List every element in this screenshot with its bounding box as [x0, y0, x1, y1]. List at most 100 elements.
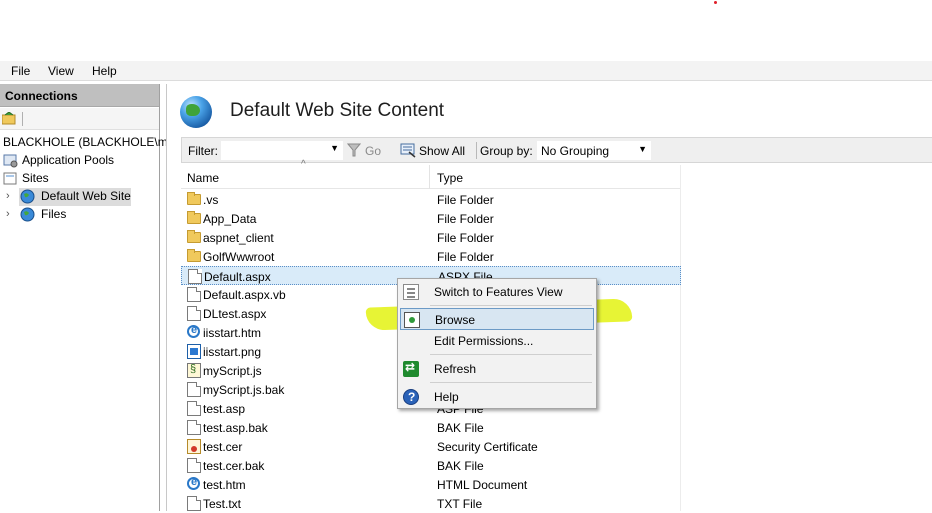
folder-icon — [187, 211, 201, 224]
show-all-button[interactable]: Show All — [419, 144, 465, 158]
menu-separator — [430, 305, 592, 306]
column-separator[interactable] — [429, 165, 430, 189]
expand-chevron-icon[interactable]: › — [6, 190, 10, 202]
file-name: myScript.js — [203, 364, 262, 378]
sites-label: Sites — [22, 171, 49, 185]
file-name: test.asp — [203, 402, 246, 416]
menu-item-label: Refresh — [434, 362, 477, 376]
file-row[interactable]: .vs File Folder — [181, 190, 681, 209]
document-icon — [188, 269, 202, 284]
image-icon — [187, 344, 201, 359]
file-name: test.cer.bak — [203, 459, 265, 473]
script-icon — [187, 363, 201, 378]
menu-item-refresh[interactable]: Refresh — [400, 358, 594, 380]
folder-icon — [187, 249, 201, 262]
sites-folder-icon — [3, 172, 17, 185]
toolbar-separator — [22, 112, 23, 126]
connect-icon[interactable] — [2, 112, 16, 125]
file-name: .vs — [203, 193, 219, 207]
files-label: Files — [41, 207, 67, 221]
column-header-type[interactable]: Type — [437, 171, 463, 185]
file-name: aspnet_client — [203, 231, 274, 245]
file-row[interactable]: App_Data File Folder — [181, 209, 681, 228]
file-name: App_Data — [203, 212, 257, 226]
certificate-icon — [187, 439, 201, 454]
document-icon — [187, 496, 201, 511]
group-by-label: Group by: — [480, 144, 533, 158]
document-icon — [187, 458, 201, 473]
file-type: BAK File — [437, 459, 484, 473]
tree-sites[interactable]: Sites — [0, 170, 160, 188]
browse-icon — [404, 312, 420, 328]
tree-application-pools[interactable]: Application Pools — [0, 152, 160, 170]
menu-file[interactable]: File — [11, 64, 30, 78]
menu-item-label: Switch to Features View — [434, 285, 563, 299]
features-view-icon — [403, 284, 419, 300]
tree-server-node[interactable]: BLACKHOLE (BLACKHOLE\m — [0, 134, 168, 152]
dropdown-arrow-icon[interactable]: ▼ — [330, 143, 339, 153]
sort-caret-icon: ^ — [301, 159, 306, 170]
document-icon — [187, 306, 201, 321]
group-by-value: No Grouping — [541, 144, 610, 158]
file-name: GolfWwwroot — [203, 250, 275, 264]
folder-icon — [187, 192, 201, 205]
file-row[interactable]: test.cer.bak BAK File — [181, 456, 681, 475]
tree-files[interactable]: Files — [19, 206, 131, 224]
menu-bar: File View Help — [0, 61, 932, 81]
help-icon — [403, 389, 419, 405]
default-web-site-label: Default Web Site — [41, 189, 131, 203]
page-title: Default Web Site Content — [230, 100, 445, 121]
menu-item-edit-permissions[interactable]: Edit Permissions... — [400, 330, 594, 352]
file-row[interactable]: aspnet_client File Folder — [181, 228, 681, 247]
file-row[interactable]: Test.txt TXT File — [181, 494, 681, 513]
filter-funnel-icon — [347, 143, 361, 157]
site-globe-icon — [180, 96, 212, 128]
filter-input[interactable]: ▼ — [221, 141, 343, 160]
file-type: File Folder — [437, 250, 494, 264]
menu-item-switch-to-features-view[interactable]: Switch to Features View — [400, 281, 594, 303]
file-row[interactable]: test.cer Security Certificate — [181, 437, 681, 456]
application-pools-label: Application Pools — [22, 153, 115, 167]
file-name: myScript.js.bak — [203, 383, 285, 397]
connections-toolbar — [0, 108, 159, 130]
document-icon — [187, 420, 201, 435]
menu-view[interactable]: View — [48, 64, 74, 78]
file-type: Security Certificate — [437, 440, 538, 454]
menu-item-help[interactable]: Help — [400, 386, 594, 408]
file-name: Default.aspx — [204, 270, 271, 284]
file-row[interactable]: test.asp.bak BAK File — [181, 418, 681, 437]
file-row[interactable]: test.htm HTML Document — [181, 475, 681, 494]
menu-item-browse[interactable]: Browse — [400, 308, 594, 330]
file-type: File Folder — [437, 193, 494, 207]
connections-header: Connections — [0, 84, 159, 107]
file-type: HTML Document — [437, 478, 528, 492]
file-name: test.htm — [203, 478, 246, 492]
application-pools-icon — [3, 154, 18, 168]
document-icon — [187, 382, 201, 397]
file-name: Test.txt — [203, 497, 242, 511]
document-icon — [187, 287, 201, 302]
group-by-select[interactable]: No Grouping ▼ — [537, 141, 651, 160]
go-button[interactable]: Go — [365, 144, 381, 158]
ie-document-icon — [187, 476, 200, 490]
context-menu: Switch to Features View Browse Edit Perm… — [397, 278, 597, 409]
expand-chevron-icon[interactable]: › — [6, 208, 10, 220]
filter-label: Filter: — [188, 144, 218, 158]
file-name: iisstart.htm — [203, 326, 262, 340]
connections-pane: Connections BLACKHOLE (BLACKHOLE\m Appli… — [0, 84, 168, 511]
file-type: TXT File — [437, 497, 483, 511]
show-all-icon — [400, 143, 416, 158]
document-icon — [187, 401, 201, 416]
list-header: ^ Name Type — [181, 159, 681, 189]
menu-help[interactable]: Help — [92, 64, 117, 78]
file-row[interactable]: GolfWwwroot File Folder — [181, 247, 681, 266]
red-dot-mark — [714, 1, 717, 4]
tree-default-web-site[interactable]: Default Web Site — [19, 188, 131, 206]
menu-item-label: Browse — [435, 313, 476, 327]
globe-icon — [20, 207, 35, 222]
column-header-name[interactable]: Name — [187, 171, 219, 185]
menu-item-label: Edit Permissions... — [434, 334, 534, 348]
dropdown-arrow-icon[interactable]: ▼ — [638, 144, 647, 154]
file-type: BAK File — [437, 421, 484, 435]
menu-separator — [430, 382, 592, 383]
